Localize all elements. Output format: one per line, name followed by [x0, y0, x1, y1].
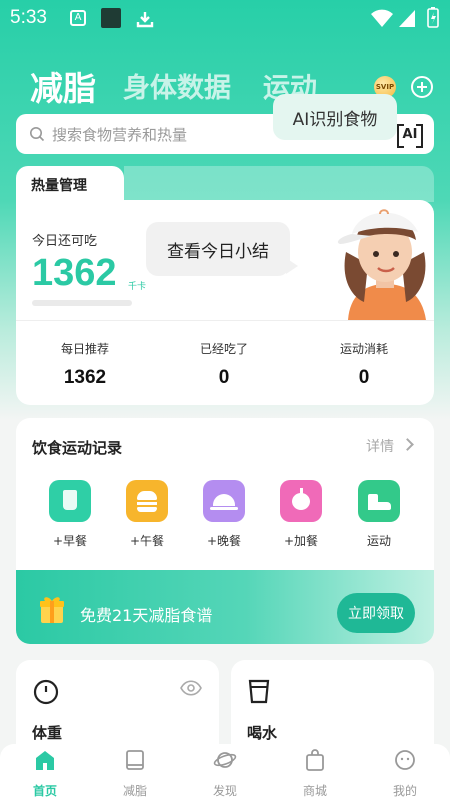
add-breakfast-button[interactable]: +早餐: [40, 480, 100, 549]
stat-label: 每日推荐: [60, 342, 109, 356]
stat-eaten: 已经吃了 0: [164, 340, 284, 389]
cup-icon: [49, 480, 91, 522]
nav-label: 商城: [302, 784, 327, 798]
promo-text: 免费21天减脂食谱: [80, 606, 213, 625]
tab-body-data[interactable]: 身体数据: [123, 66, 231, 105]
nav-home[interactable]: 首页: [15, 748, 75, 799]
record-label: 运动: [366, 534, 391, 548]
record-label: +加餐: [283, 534, 319, 548]
diet-exercise-record-card: 饮食运动记录 详情 +早餐 +午餐 +晚餐 +加餐 运动: [16, 418, 434, 570]
calorie-card-header-bg: [124, 166, 434, 202]
add-dinner-button[interactable]: +晚餐: [194, 480, 254, 549]
search-input[interactable]: 搜索食物营养和热量: [52, 124, 187, 145]
stat-label: 已经吃了: [199, 342, 248, 356]
burger-icon: [126, 480, 168, 522]
ai-scan-icon[interactable]: AI: [397, 124, 423, 148]
gift-icon: [40, 597, 64, 623]
stat-exercise-burned: 运动消耗 0: [304, 340, 424, 389]
stat-value: 0: [218, 367, 230, 388]
stat-value: 0: [358, 367, 370, 388]
add-lunch-button[interactable]: +午餐: [117, 480, 177, 549]
record-label: +晚餐: [206, 534, 242, 548]
remaining-label: 今日还可吃: [32, 234, 98, 249]
tab-fat-loss[interactable]: 减脂: [30, 62, 96, 110]
home-icon: [36, 751, 54, 770]
status-time: 5:33: [10, 7, 47, 28]
planet-icon: [213, 752, 237, 768]
download-icon: [136, 12, 154, 28]
app-notification-icon: [101, 8, 121, 28]
nav-mall[interactable]: 商城: [285, 748, 345, 799]
weight-card-title: 体重: [32, 724, 63, 742]
nav-fat-loss[interactable]: 减脂: [105, 748, 165, 799]
scale-icon: [33, 679, 59, 705]
record-label: +早餐: [52, 534, 88, 548]
status-bar: 5:33 A: [0, 0, 450, 36]
profile-face-icon: [395, 750, 415, 770]
calorie-progress-bar: [32, 300, 132, 306]
stat-daily-recommended: 每日推荐 1362: [25, 340, 145, 389]
font-app-icon: A: [70, 10, 86, 26]
cloche-icon: [203, 480, 245, 522]
nav-mine[interactable]: 我的: [375, 748, 435, 799]
add-circle-icon[interactable]: [411, 76, 433, 98]
calorie-tab-label: 热量管理: [31, 178, 87, 194]
chevron-right-icon[interactable]: [401, 438, 414, 451]
shopping-bag-icon: [306, 749, 324, 771]
signal-icon: [399, 10, 415, 27]
eye-icon[interactable]: [180, 680, 202, 696]
remaining-calories: 1362: [32, 252, 117, 294]
wifi-icon: [371, 9, 393, 27]
card-divider: [16, 320, 434, 321]
ai-recognize-tooltip[interactable]: AI识别食物: [273, 94, 397, 140]
daily-summary-bubble[interactable]: 查看今日小结: [146, 222, 298, 276]
recipe-promo-banner[interactable]: 免费21天减脂食谱 立即领取: [16, 570, 434, 644]
nav-discover[interactable]: 发现: [195, 748, 255, 799]
add-exercise-button[interactable]: 运动: [349, 480, 409, 549]
calorie-unit: 千卡: [128, 282, 147, 292]
nav-label: 我的: [392, 784, 417, 798]
nav-label: 减脂: [122, 784, 147, 798]
search-icon: [30, 127, 45, 142]
nav-label: 发现: [212, 784, 237, 798]
records-detail-link[interactable]: 详情: [366, 436, 394, 456]
apple-icon: [280, 480, 322, 522]
nav-label: 首页: [32, 784, 57, 798]
water-card-title: 喝水: [247, 724, 278, 742]
shoe-icon: [358, 480, 400, 522]
add-snack-button[interactable]: +加餐: [271, 480, 331, 549]
book-icon: [126, 750, 144, 770]
battery-icon: [427, 7, 439, 28]
water-cup-icon: [248, 679, 270, 704]
record-label: +午餐: [129, 534, 165, 548]
stat-label: 运动消耗: [339, 342, 388, 356]
avatar-illustration-icon: [337, 209, 426, 320]
claim-now-button[interactable]: 立即领取: [337, 593, 415, 633]
bottom-nav: 首页 减脂 发现 商城 我的: [0, 744, 450, 800]
records-title: 饮食运动记录: [32, 439, 123, 457]
stat-value: 1362: [63, 367, 107, 388]
